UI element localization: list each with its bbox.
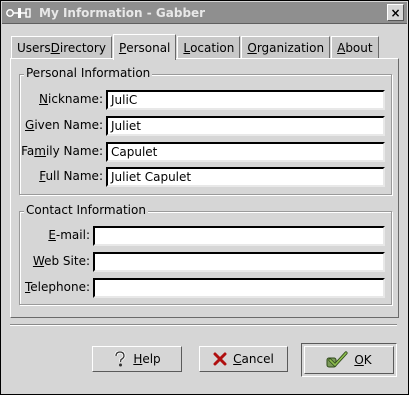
label-text: ull Name: <box>45 169 103 183</box>
tab-panel-personal: Personal Information Nickname: JuliC Giv… <box>10 58 399 318</box>
email-label: E-mail: <box>20 228 90 242</box>
website-field[interactable] <box>93 252 385 272</box>
tab-label-rest: ersonal <box>126 40 171 55</box>
mnemonic: N <box>39 92 49 106</box>
mnemonic: W <box>32 254 45 268</box>
tab-label-rest: bout <box>345 41 373 55</box>
window-title: My Information - Gabber <box>39 5 206 20</box>
contact-information-legend: Contact Information <box>24 203 148 217</box>
personal-information-frame: Personal Information Nickname: JuliC Giv… <box>19 66 392 195</box>
mnemonic: H <box>133 352 143 366</box>
tab-location[interactable]: Location <box>177 36 241 59</box>
full-name-label: Full Name: <box>20 169 103 183</box>
gabber-app-icon[interactable] <box>5 4 35 21</box>
nickname-label: Nickname: <box>20 92 103 106</box>
tab-organization[interactable]: Organization <box>241 36 331 59</box>
full-name-value: Juliet Capulet <box>111 170 192 184</box>
mnemonic: E <box>48 228 56 242</box>
label-text: Fa <box>21 144 35 158</box>
dialog-window: My Information - Gabber × Users Director… <box>0 0 409 395</box>
website-label: Web Site: <box>20 254 90 268</box>
tab-personal[interactable]: Personal <box>112 34 177 60</box>
mnemonic: C <box>233 352 242 366</box>
red-x-icon <box>213 352 227 366</box>
close-button[interactable]: × <box>387 4 404 21</box>
cancel-button[interactable]: Cancel <box>199 346 288 372</box>
telephone-field[interactable] <box>93 278 385 298</box>
family-name-field[interactable]: Capulet <box>106 142 385 162</box>
help-button[interactable]: Help <box>92 346 182 372</box>
personal-information-legend: Personal Information <box>24 66 153 80</box>
label-text: ily Name: <box>45 144 103 158</box>
tab-label-rest: rganization <box>256 41 325 55</box>
label-text: eb Site: <box>44 254 90 268</box>
tab-mnemonic: A <box>337 41 346 55</box>
ok-button-label: K <box>363 353 372 367</box>
label-text: elephone: <box>30 280 90 294</box>
cancel-button-label: ancel <box>241 352 274 366</box>
mnemonic: m <box>34 144 46 158</box>
full-name-field[interactable]: Juliet Capulet <box>106 167 385 187</box>
tab-about[interactable]: About <box>331 36 379 59</box>
title-bar[interactable]: My Information - Gabber × <box>2 2 407 24</box>
tab-mnemonic: L <box>183 41 191 55</box>
ok-button-default-frame: OK <box>301 343 397 377</box>
nickname-field[interactable]: JuliC <box>106 90 385 110</box>
tab-users-directory[interactable]: Users Directory <box>11 36 112 59</box>
tab-label-rest: irectory <box>59 41 106 55</box>
mnemonic: G <box>25 118 35 132</box>
label-text: -mail: <box>55 228 90 242</box>
tab-label-prefix: Users <box>17 41 51 55</box>
label-text: iven Name: <box>34 118 103 132</box>
tab-label-rest: ocation <box>190 41 235 55</box>
family-name-value: Capulet <box>111 145 158 159</box>
tab-mnemonic: P <box>118 40 127 55</box>
label-text: ickname: <box>48 92 103 106</box>
mnemonic: O <box>354 353 364 367</box>
given-name-field[interactable]: Juliet <box>106 116 385 136</box>
telephone-label: Telephone: <box>20 280 90 294</box>
green-checkmark-icon <box>326 351 348 369</box>
ok-button[interactable]: OK <box>304 346 394 374</box>
given-name-value: Juliet <box>111 119 141 133</box>
family-name-label: Family Name: <box>20 144 103 158</box>
tab-bar: Users Directory Personal Location Organi… <box>11 33 380 60</box>
tab-mnemonic: D <box>50 41 60 55</box>
nickname-value: JuliC <box>111 93 138 107</box>
contact-information-frame: Contact Information E-mail: Web Site: Te… <box>19 203 392 305</box>
separator <box>10 324 397 326</box>
given-name-label: Given Name: <box>20 118 103 132</box>
question-mark-icon <box>113 351 127 367</box>
email-field[interactable] <box>93 226 385 246</box>
help-button-label: elp <box>142 352 161 366</box>
tab-mnemonic: O <box>247 41 257 55</box>
close-icon: × <box>390 5 401 20</box>
